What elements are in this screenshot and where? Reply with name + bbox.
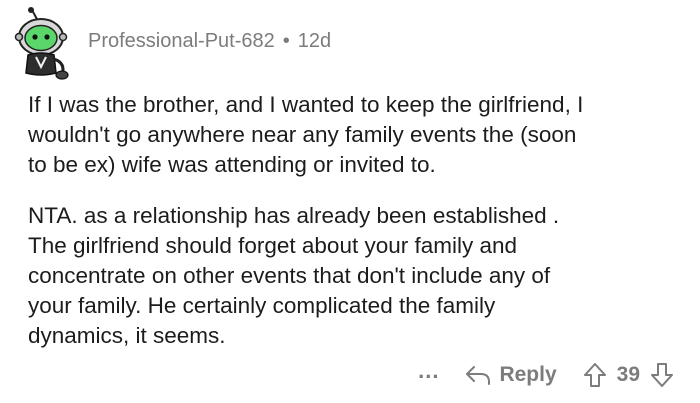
comment-header: Professional-Put-682 • 12d (14, 4, 331, 84)
snoo-avatar-icon (14, 7, 69, 80)
comment-age: 12d (297, 29, 332, 52)
comment-actions: ... Reply 39 (418, 358, 674, 392)
upvote-arrow-icon[interactable] (583, 362, 607, 388)
comment-paragraph: NTA. as a relationship has already been … (28, 203, 560, 348)
vote-control: 39 (583, 362, 674, 388)
reply-label: Reply (499, 363, 557, 386)
avatar[interactable] (14, 7, 72, 81)
more-options-button[interactable]: ... (418, 358, 439, 384)
author-name[interactable]: Professional-Put-682 (88, 30, 275, 53)
reply-arrow-icon (466, 366, 491, 385)
comment-paragraph: If I was the brother, and I wanted to ke… (28, 92, 584, 177)
meta-separator: • (282, 29, 290, 52)
comment-body: If I was the brother, and I wanted to ke… (28, 90, 678, 372)
downvote-arrow-icon[interactable] (650, 362, 674, 388)
vote-count: 39 (616, 363, 640, 386)
comment-meta: Professional-Put-682 • 12d (88, 30, 331, 53)
reply-button[interactable]: Reply (465, 363, 557, 387)
